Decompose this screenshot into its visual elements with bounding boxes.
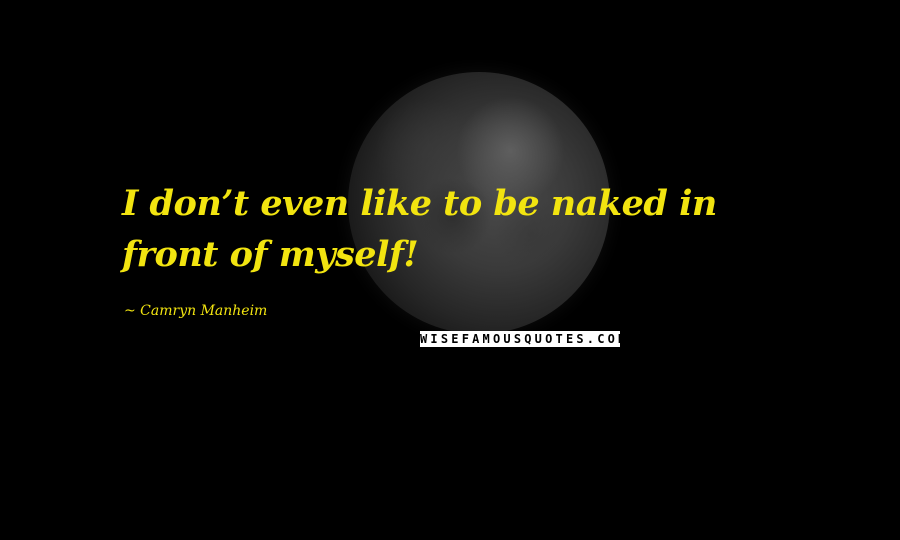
quote-text: I don’t even like to be naked in front o… bbox=[122, 183, 717, 275]
quote-author: ~ Camryn Manheim bbox=[124, 303, 268, 319]
quote-card: I don’t even like to be naked in front o… bbox=[0, 0, 900, 540]
watermark-logo: WISEFAMOUSQUOTES.COM bbox=[420, 331, 620, 347]
